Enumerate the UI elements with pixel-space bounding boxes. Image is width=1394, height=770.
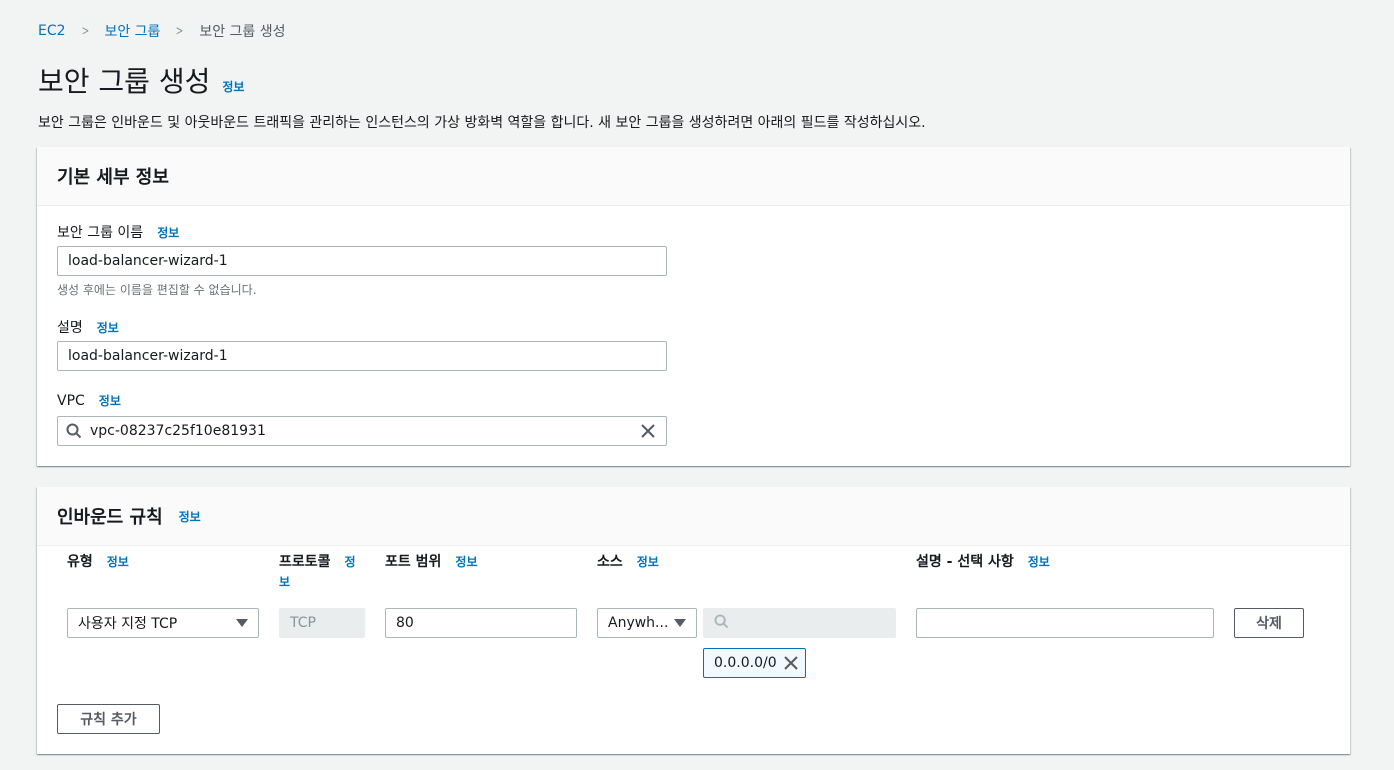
vpc-value: vpc-08237c25f10e81931 xyxy=(90,423,266,439)
chevron-right-icon: > xyxy=(81,23,89,39)
breadcrumb: EC2 > 보안 그룹 > 보안 그룹 생성 xyxy=(38,21,286,41)
cidr-token-label: 0.0.0.0/0 xyxy=(714,655,777,671)
col-port-info-link[interactable]: 정보 xyxy=(455,555,477,569)
rule-source-select[interactable]: Anywh... xyxy=(597,608,697,638)
col-port: 포트 범위 정보 xyxy=(385,552,478,572)
inbound-rules-panel: 인바운드 규칙 정보 유형 정보 프로토콜 정보 포트 범위 정보 소스 정보 설명 -… xyxy=(37,487,1350,754)
col-source-label: 소스 xyxy=(597,554,623,570)
vpc-search-input[interactable]: vpc-08237c25f10e81931 xyxy=(57,416,667,446)
search-icon xyxy=(58,423,90,439)
description-info-link[interactable]: 정보 xyxy=(97,319,119,336)
col-source-info-link[interactable]: 정보 xyxy=(637,555,659,569)
sg-name-info-link[interactable]: 정보 xyxy=(157,224,179,241)
close-icon[interactable] xyxy=(630,423,666,439)
sg-name-input[interactable]: load-balancer-wizard-1 xyxy=(57,246,667,276)
vpc-label-text: VPC xyxy=(57,392,85,409)
col-type: 유형 정보 xyxy=(67,552,129,572)
col-protocol-label: 프로토콜 xyxy=(279,554,331,570)
col-port-label: 포트 범위 xyxy=(385,554,442,570)
basic-details-panel: 기본 세부 정보 보안 그룹 이름 정보 load-balancer-wizar… xyxy=(37,147,1350,466)
rule-type-value: 사용자 지정 TCP xyxy=(78,616,178,632)
breadcrumb-current: 보안 그룹 생성 xyxy=(199,24,286,40)
delete-rule-button[interactable]: 삭제 xyxy=(1234,608,1304,638)
page-title: 보안 그룹 생성 정보 xyxy=(38,60,244,100)
rule-type-select[interactable]: 사용자 지정 TCP xyxy=(67,608,259,638)
close-icon[interactable] xyxy=(783,655,799,675)
col-type-label: 유형 xyxy=(67,554,93,570)
inbound-rules-header: 인바운드 규칙 정보 xyxy=(37,487,1350,546)
sg-name-hint: 생성 후에는 이름을 편집할 수 없습니다. xyxy=(57,283,257,297)
page-description: 보안 그룹은 인바운드 및 아웃바운드 트래픽을 관리하는 인스턴스의 가상 방… xyxy=(38,115,926,131)
description-label: 설명 정보 xyxy=(57,317,119,337)
col-description-label: 설명 - 선택 사항 xyxy=(916,554,1014,570)
add-rule-button[interactable]: 규칙 추가 xyxy=(57,704,160,734)
rule-description-input[interactable] xyxy=(916,608,1214,638)
caret-down-icon xyxy=(674,619,686,627)
col-description: 설명 - 선택 사항 정보 xyxy=(916,552,1050,572)
col-source: 소스 정보 xyxy=(597,552,659,572)
basic-details-title: 기본 세부 정보 xyxy=(57,167,169,188)
description-label-text: 설명 xyxy=(57,320,83,336)
inbound-rules-info-link[interactable]: 정보 xyxy=(179,508,201,525)
sg-name-label-text: 보안 그룹 이름 xyxy=(57,225,144,241)
col-type-info-link[interactable]: 정보 xyxy=(107,555,129,569)
inbound-rules-title: 인바운드 규칙 xyxy=(57,507,163,528)
search-icon xyxy=(714,613,729,633)
rule-protocol-field: TCP xyxy=(279,608,365,638)
breadcrumb-security-groups[interactable]: 보안 그룹 xyxy=(104,21,160,41)
sg-name-label: 보안 그룹 이름 정보 xyxy=(57,222,179,242)
rule-port-input[interactable]: 80 xyxy=(385,608,577,638)
col-protocol: 프로토콜 정보 xyxy=(279,552,365,592)
rule-source-search[interactable] xyxy=(703,608,896,638)
cidr-token: 0.0.0.0/0 xyxy=(703,648,806,678)
basic-details-header: 기본 세부 정보 xyxy=(37,147,1350,206)
page-title-info-link[interactable]: 정보 xyxy=(222,78,244,95)
chevron-right-icon: > xyxy=(176,23,184,39)
caret-down-icon xyxy=(236,619,248,627)
rule-source-value: Anywh... xyxy=(608,615,669,631)
page-title-text: 보안 그룹 생성 xyxy=(38,65,211,98)
vpc-info-link[interactable]: 정보 xyxy=(99,392,121,409)
vpc-label: VPC 정보 xyxy=(57,392,121,409)
col-description-info-link[interactable]: 정보 xyxy=(1028,555,1050,569)
description-input[interactable]: load-balancer-wizard-1 xyxy=(57,341,667,371)
breadcrumb-ec2[interactable]: EC2 xyxy=(38,23,66,39)
